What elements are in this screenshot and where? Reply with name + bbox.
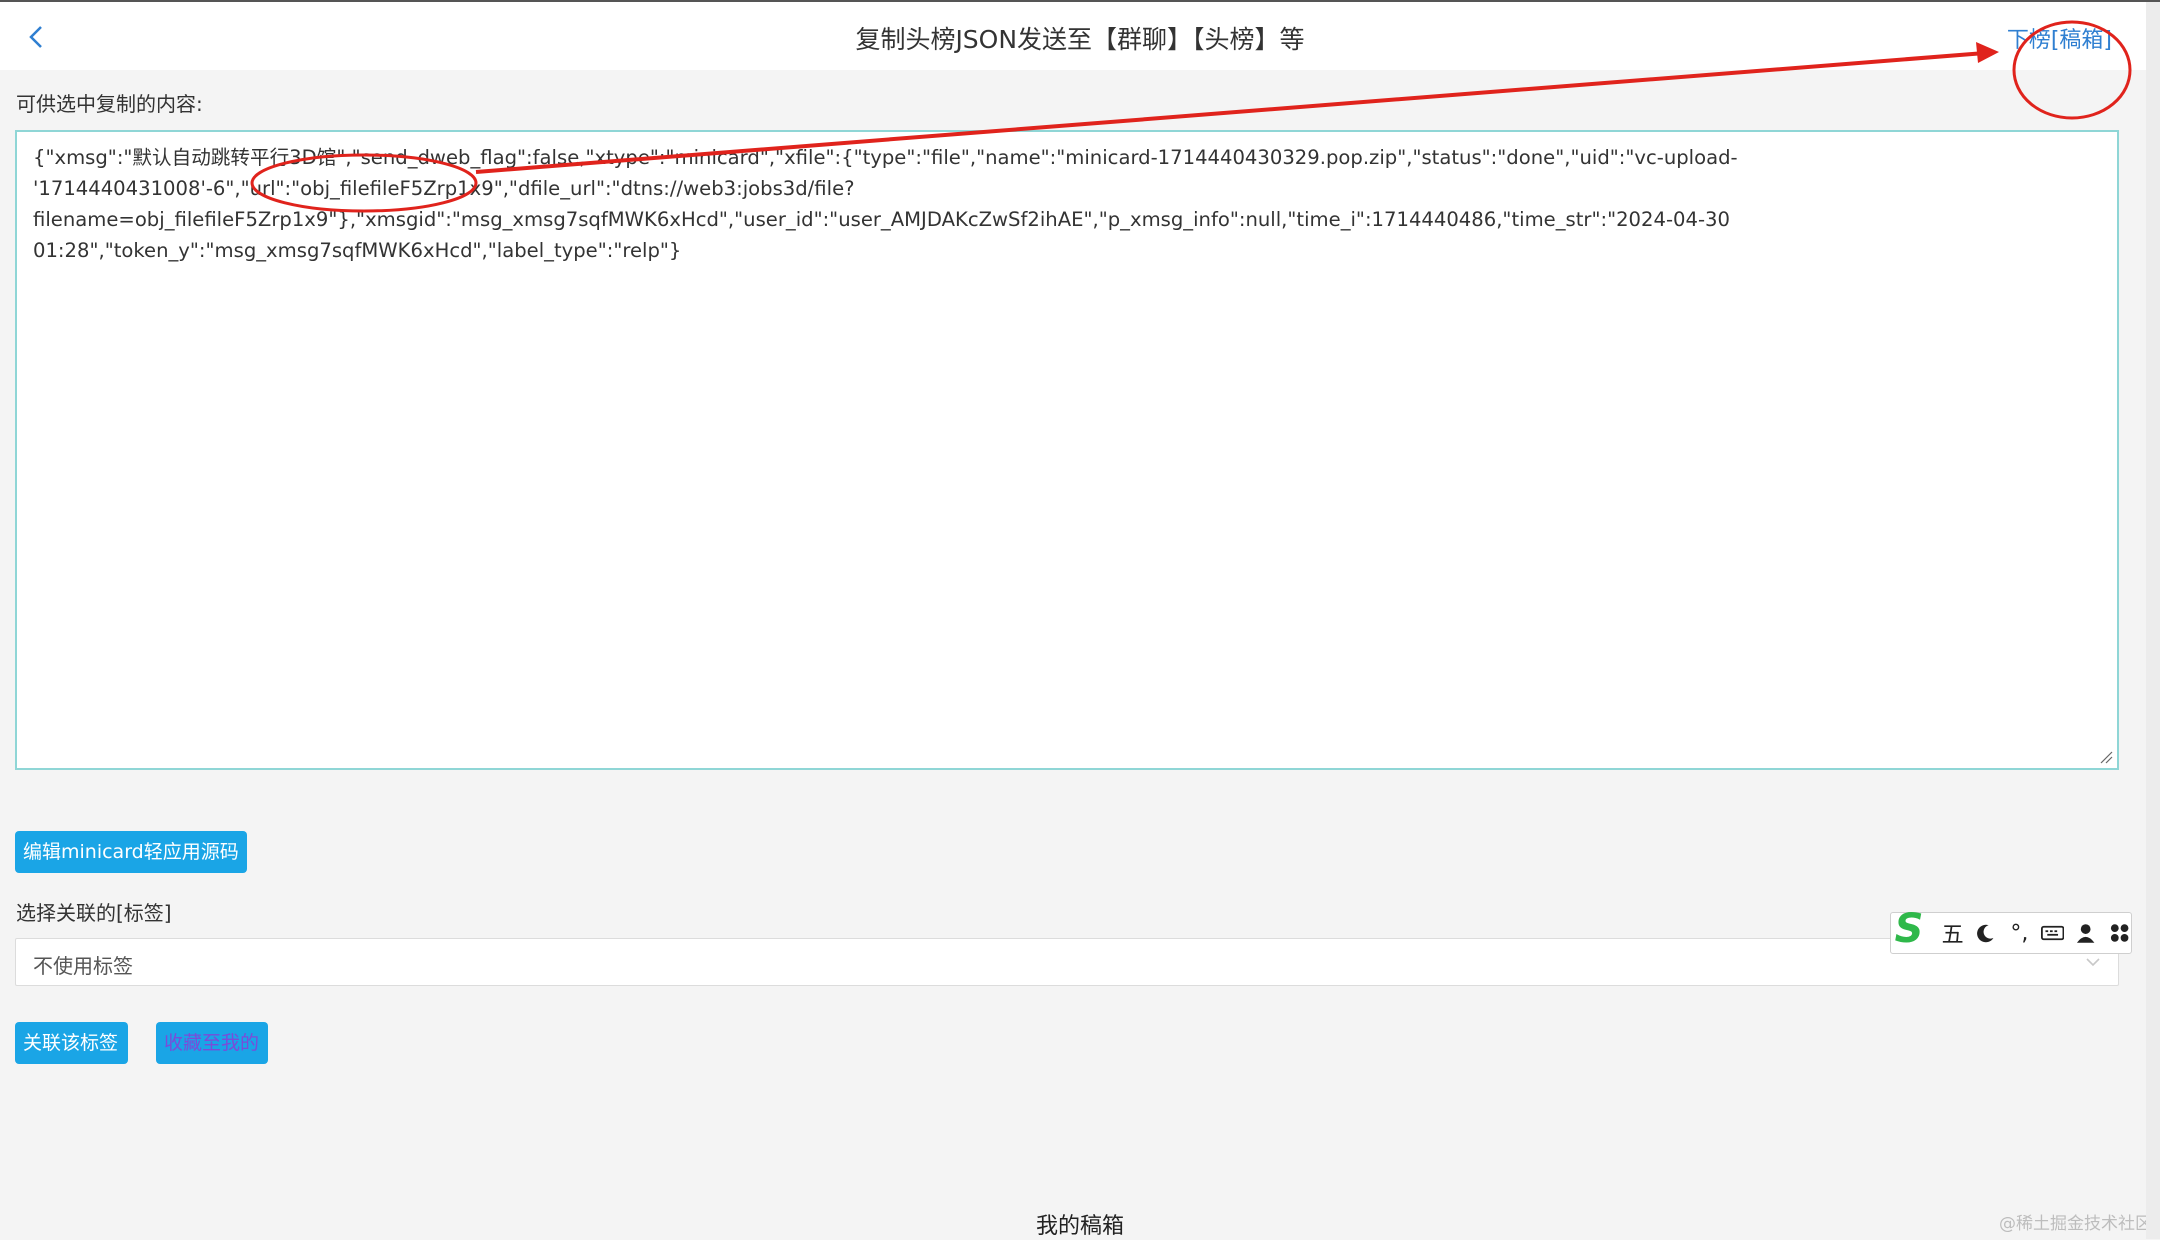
- page-scrollbar[interactable]: [2146, 2, 2160, 1239]
- watermark: @稀土掘金技术社区: [1999, 1214, 2152, 1234]
- grid-icon[interactable]: [2108, 922, 2131, 944]
- moon-icon[interactable]: [1974, 922, 1997, 944]
- tag-select[interactable]: 不使用标签: [15, 938, 2119, 986]
- resize-handle-icon[interactable]: [2099, 750, 2113, 764]
- json-line: {"xmsg":"默认自动跳转平行3D馆","send_dweb_flag":f…: [33, 146, 1738, 169]
- ime-mode-toggle[interactable]: 五: [1941, 917, 1964, 949]
- associate-tag-button[interactable]: 关联该标签: [15, 1022, 128, 1064]
- tag-select-value: 不使用标签: [33, 954, 133, 978]
- json-line: '1714440431008'-6","url":"obj_filefileF5…: [33, 177, 855, 200]
- edit-minicard-source-button[interactable]: 编辑minicard轻应用源码: [15, 831, 247, 873]
- save-to-mine-button[interactable]: 收藏至我的: [156, 1022, 268, 1064]
- json-line: 01:28","token_y":"msg_xmsg7sqfMWK6xHcd",…: [33, 239, 682, 262]
- tag-select-label: 选择关联的[标签]: [16, 901, 172, 925]
- my-drafts-title: 我的稿箱: [1035, 1214, 1124, 1239]
- drafts-link[interactable]: 下榜[稿箱]: [2007, 22, 2112, 54]
- user-icon[interactable]: [2074, 922, 2097, 944]
- json-line: filename=obj_filefileF5Zrp1x9"},"xmsgid"…: [33, 208, 1730, 231]
- chevron-down-icon: [2086, 958, 2100, 967]
- copy-content-label: 可供选中复制的内容:: [16, 92, 203, 116]
- header-bar: 复制头榜JSON发送至【群聊】【头榜】等 下榜[稿箱]: [0, 2, 2160, 70]
- page-title: 复制头榜JSON发送至【群聊】【头榜】等: [855, 25, 1305, 54]
- sogou-ime-logo-icon[interactable]: S: [1886, 906, 1932, 952]
- json-textarea[interactable]: {"xmsg":"默认自动跳转平行3D馆","send_dweb_flag":f…: [15, 130, 2119, 770]
- keyboard-icon[interactable]: [2040, 922, 2065, 944]
- ime-punctuation-toggle[interactable]: °,: [2008, 921, 2031, 946]
